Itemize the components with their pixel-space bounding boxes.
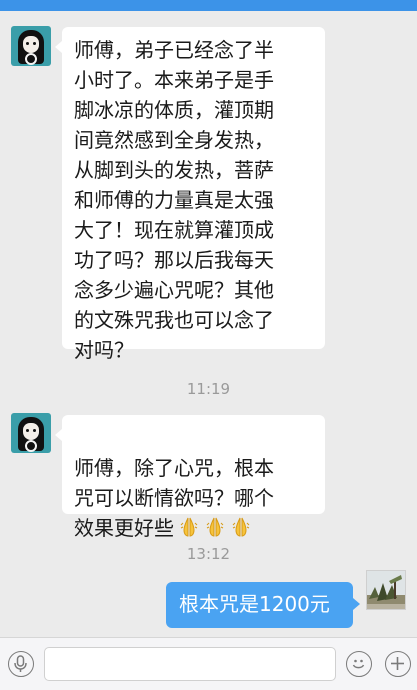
input-bar: [0, 637, 417, 690]
outgoing-message-bubble[interactable]: 根本咒是1200元: [166, 582, 360, 628]
praying-hands-icon: [180, 517, 198, 537]
emoji-button[interactable]: [346, 651, 372, 677]
incoming-message-bubble[interactable]: 师傅，弟子已经念了半 小时了。本来弟子是手 脚冰凉的体质，灌顶期 间竟然感到全身…: [55, 27, 325, 362]
incoming-message-bubble[interactable]: 师傅，除了心咒，根本 咒可以断情欲吗？哪个 效果更好些: [55, 415, 325, 540]
message-input[interactable]: [44, 647, 336, 681]
avatar-ring: [25, 440, 37, 452]
voice-button[interactable]: [8, 651, 34, 677]
chat-history[interactable]: 师傅，弟子已经念了半 小时了。本来弟子是手 脚冰凉的体质，灌顶期 间竟然感到全身…: [0, 11, 417, 636]
message-timestamp: 13:12: [186, 545, 231, 563]
smiley-icon: [352, 659, 365, 669]
avatar-eye: [33, 429, 36, 432]
more-button[interactable]: [385, 651, 411, 677]
message-timestamp: 11:19: [186, 380, 231, 398]
contact-avatar[interactable]: [11, 26, 51, 66]
status-bar: [0, 0, 417, 11]
microphone-icon: [14, 655, 27, 672]
plus-icon: [391, 657, 404, 670]
avatar-eye: [26, 429, 29, 432]
avatar-eye: [33, 42, 36, 45]
avatar-ring: [25, 53, 37, 65]
praying-hands-icon: [206, 517, 224, 537]
landscape-avatar-icon: [367, 571, 405, 609]
praying-hands-icon: [232, 517, 250, 537]
avatar-eye: [26, 42, 29, 45]
contact-avatar[interactable]: [11, 413, 51, 453]
my-avatar[interactable]: [366, 570, 406, 610]
